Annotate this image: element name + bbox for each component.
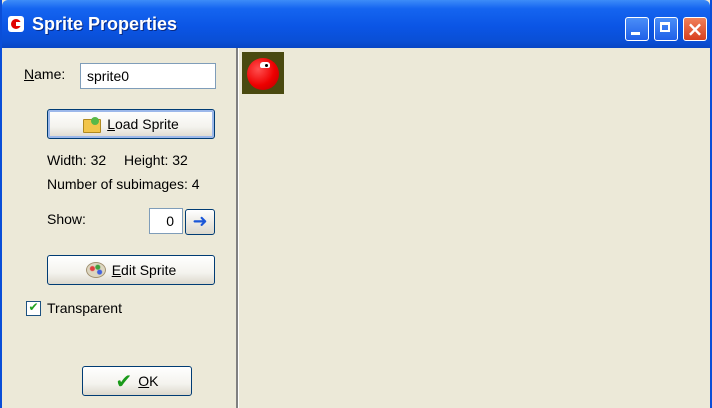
subimages-text: Number of subimages: 4	[47, 176, 200, 192]
close-icon: ×	[686, 17, 704, 41]
load-sprite-button[interactable]: Load Sprite	[47, 109, 215, 139]
ok-button[interactable]: ✔ OK	[82, 366, 192, 396]
edit-sprite-button[interactable]: Edit Sprite	[47, 255, 215, 285]
maximize-button[interactable]	[654, 17, 678, 41]
close-button[interactable]: ×	[683, 17, 707, 41]
green-check-icon: ✔	[115, 369, 133, 393]
show-label: Show:	[47, 211, 86, 227]
sprite-eye	[260, 62, 270, 68]
open-folder-icon	[83, 117, 102, 133]
right-arrow-icon: ➜	[192, 211, 208, 232]
height-text: Height: 32	[124, 152, 188, 168]
paint-palette-icon	[85, 262, 106, 278]
game-maker-icon[interactable]	[8, 16, 24, 32]
show-index-value: 0	[149, 208, 183, 234]
sprite-preview-area	[239, 48, 708, 408]
width-text: Width: 32	[47, 152, 107, 168]
sprite-thumbnail	[242, 52, 284, 94]
name-input[interactable]	[80, 63, 216, 89]
transparent-label[interactable]: Transparent	[47, 300, 122, 316]
sprite-properties-window: Sprite Properties × Name: Load Sprite Wi…	[0, 0, 712, 408]
title-bar[interactable]: Sprite Properties ×	[2, 0, 710, 48]
name-label: Name:	[24, 66, 66, 82]
transparent-checkbox[interactable]: ✔	[26, 300, 41, 316]
minimize-button[interactable]	[625, 17, 649, 41]
next-subimage-button[interactable]: ➜	[185, 209, 215, 235]
checkmark-icon: ✔	[28, 300, 39, 314]
edit-sprite-label: Edit Sprite	[111, 262, 177, 278]
window-title: Sprite Properties	[32, 14, 178, 34]
properties-panel: Name: Load Sprite Width: 32 Height: 32 N…	[4, 48, 236, 408]
load-sprite-label: Load Sprite	[107, 116, 179, 132]
ok-label: OK	[138, 373, 159, 389]
